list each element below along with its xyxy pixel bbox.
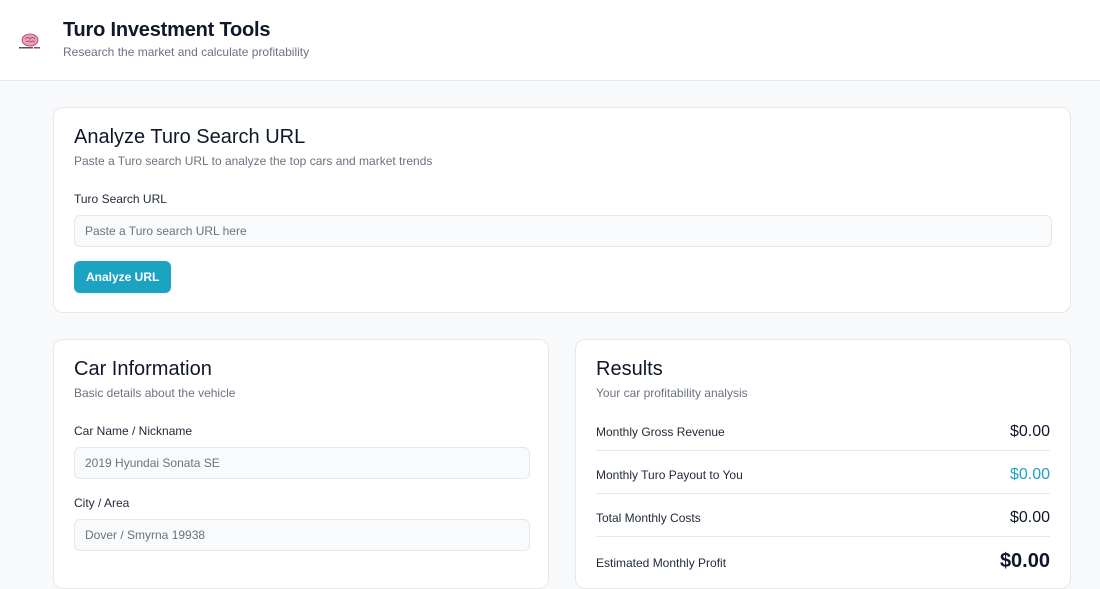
- turo-url-label: Turo Search URL: [74, 192, 167, 206]
- analyze-url-button[interactable]: Analyze URL: [74, 261, 172, 293]
- total-costs-label: Total Monthly Costs: [596, 511, 701, 525]
- monthly-profit-label: Estimated Monthly Profit: [596, 556, 727, 570]
- analyze-card-title: Analyze Turo Search URL: [74, 126, 306, 148]
- car-name-input[interactable]: [74, 447, 530, 479]
- turo-url-input[interactable]: [74, 215, 1052, 247]
- car-information-card: Car Information Basic details about the …: [53, 339, 549, 589]
- results-title: Results: [596, 358, 663, 380]
- results-divider: [596, 536, 1050, 537]
- app-header: Turo Investment Tools Research the marke…: [0, 0, 1100, 81]
- gross-revenue-label: Monthly Gross Revenue: [596, 425, 725, 439]
- turo-payout-value: $0.00: [1009, 466, 1050, 483]
- city-area-label: City / Area: [74, 496, 130, 510]
- turo-payout-label: Monthly Turo Payout to You: [596, 468, 743, 482]
- results-divider: [596, 493, 1050, 494]
- car-info-title: Car Information: [74, 358, 212, 380]
- results-divider: [596, 450, 1050, 451]
- city-area-input[interactable]: [74, 519, 530, 551]
- total-costs-value: $0.00: [1009, 509, 1050, 526]
- app-title: Turo Investment Tools: [63, 19, 271, 41]
- app-subtitle: Research the market and calculate profit…: [63, 45, 310, 59]
- gross-revenue-value: $0.00: [1009, 423, 1050, 440]
- analyze-url-card: Analyze Turo Search URL Paste a Turo sea…: [53, 107, 1071, 313]
- analyze-card-description: Paste a Turo search URL to analyze the t…: [74, 154, 433, 168]
- results-description: Your car profitability analysis: [596, 386, 748, 400]
- brain-logo-icon: [19, 33, 40, 49]
- car-name-label: Car Name / Nickname: [74, 424, 193, 438]
- results-card: Results Your car profitability analysis …: [575, 339, 1071, 589]
- car-info-description: Basic details about the vehicle: [74, 386, 236, 400]
